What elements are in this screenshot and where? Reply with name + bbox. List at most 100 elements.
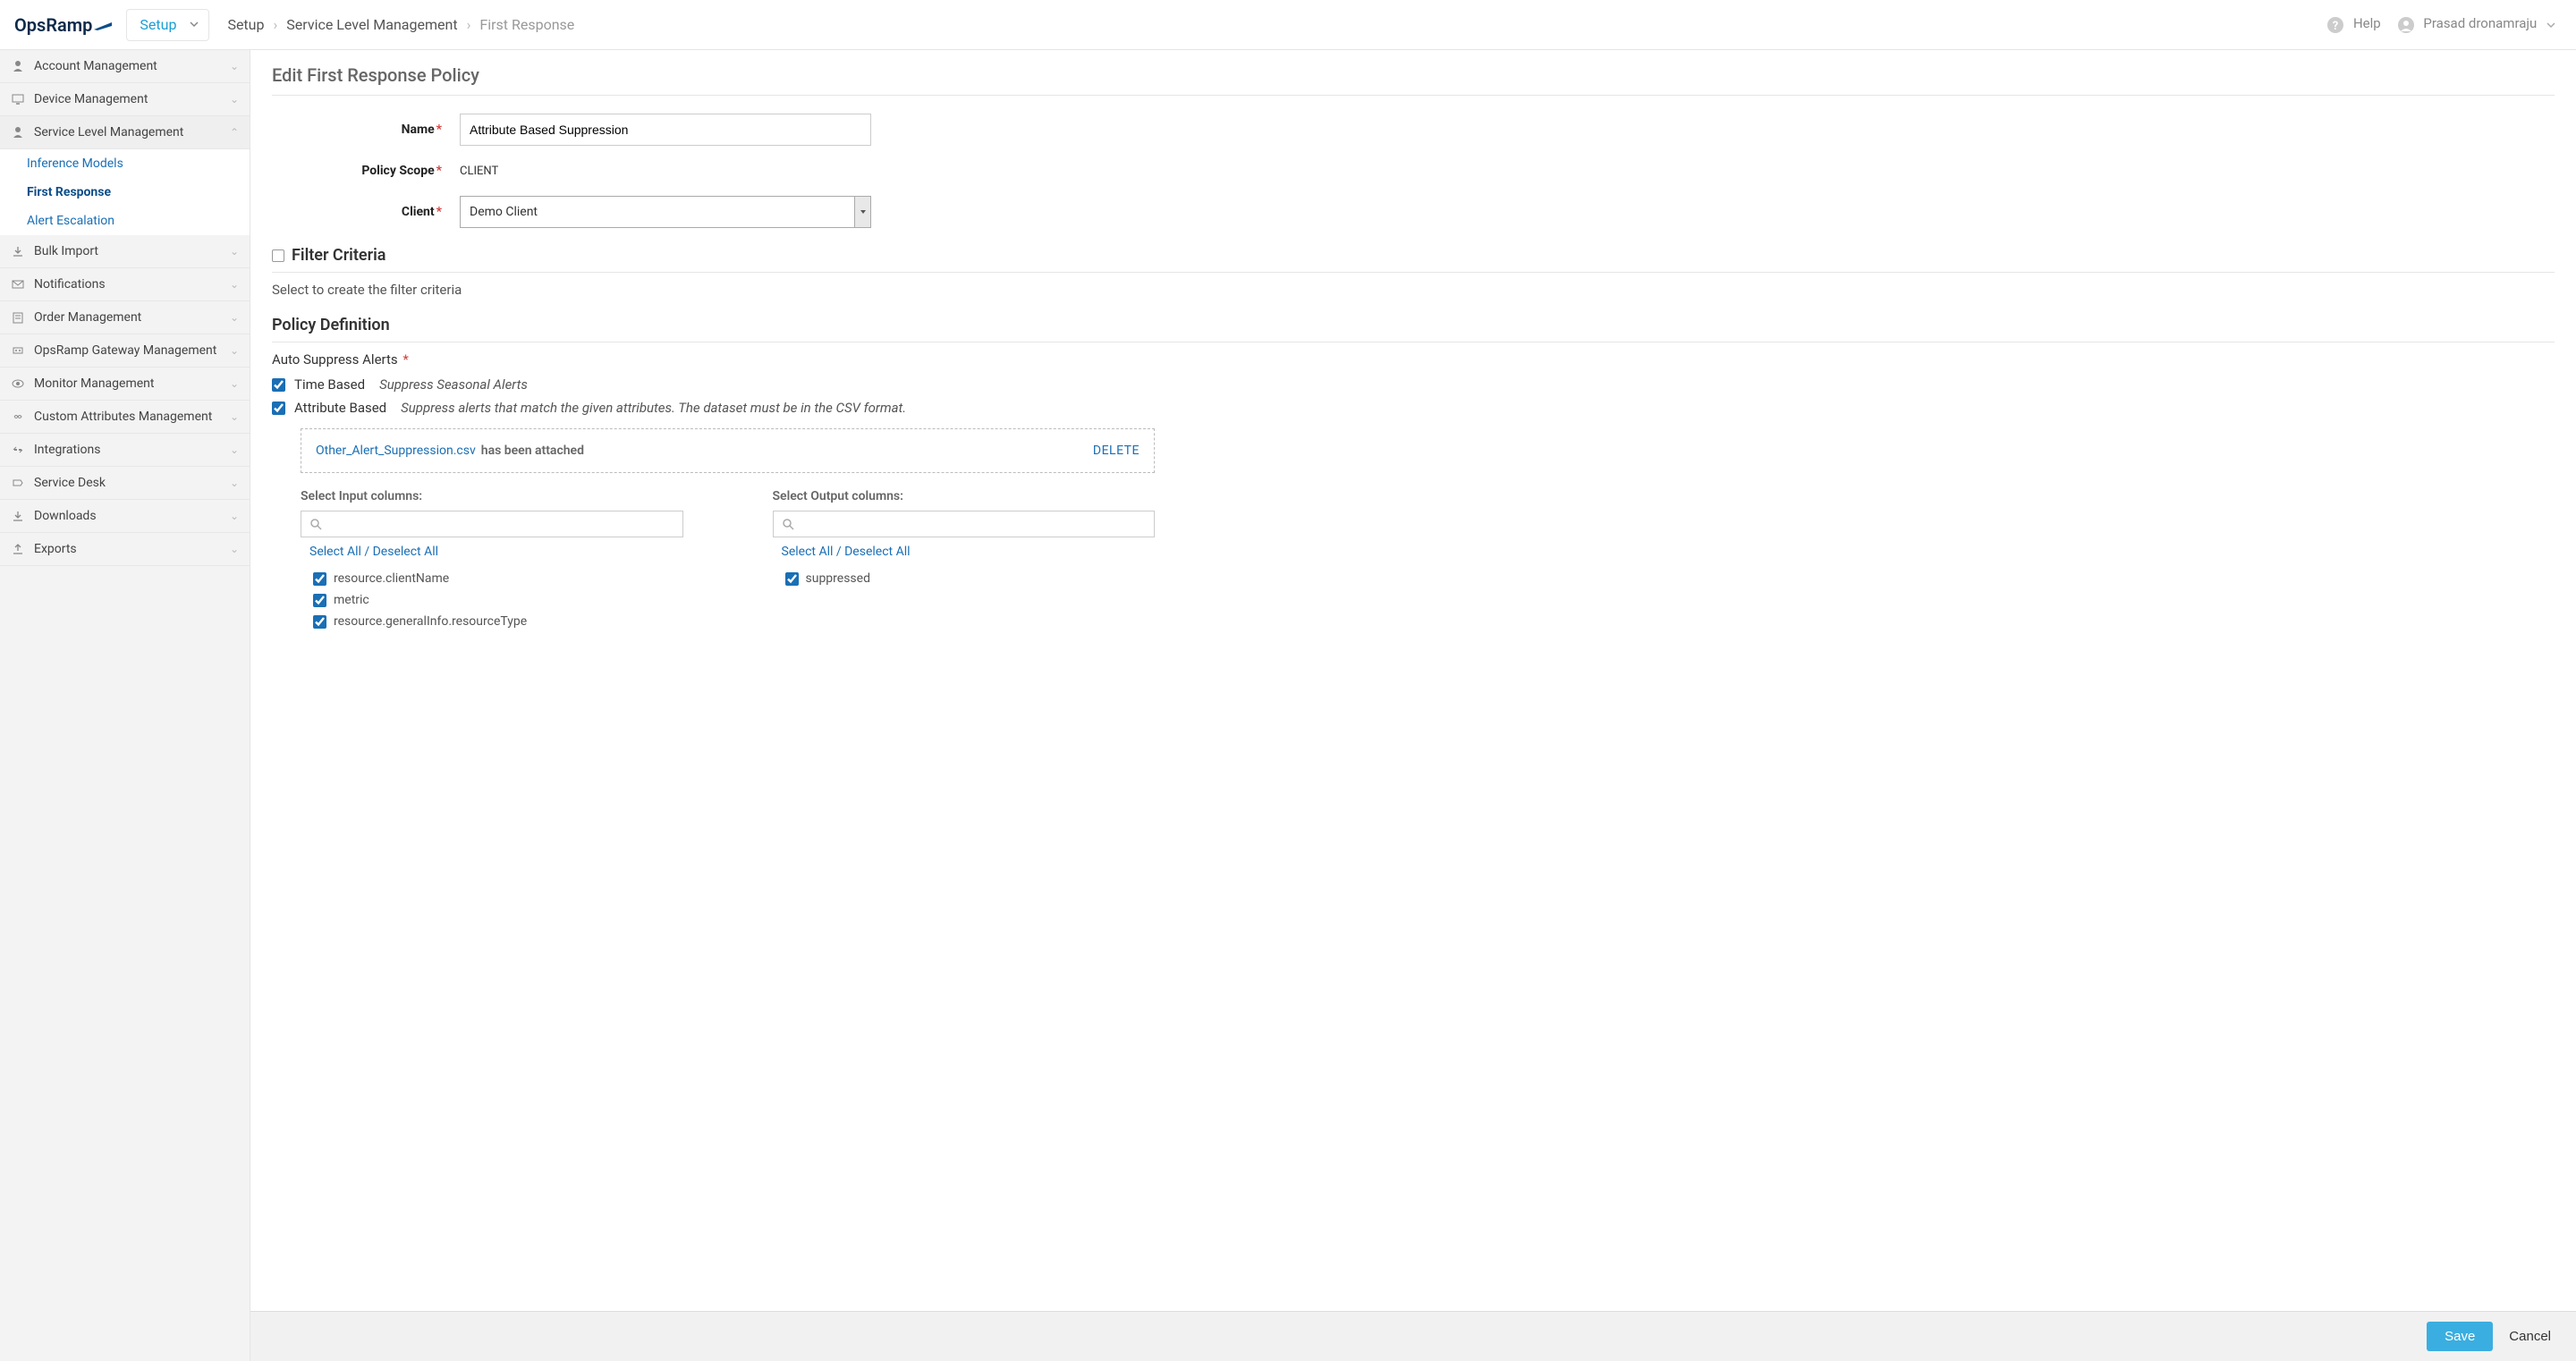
input-select-all[interactable]: Select All / Deselect All (309, 545, 683, 559)
dropdown-arrow-icon (854, 197, 870, 227)
time-based-checkbox[interactable] (272, 378, 285, 392)
breadcrumb-item[interactable]: Setup (227, 16, 264, 33)
ticket-icon (11, 477, 25, 489)
page-title: Edit First Response Policy (272, 64, 2555, 96)
chevron-down-icon: ⌄ (230, 60, 239, 72)
attribute-based-checkbox[interactable] (272, 402, 285, 415)
chevron-down-icon: ⌄ (230, 410, 239, 423)
sidebar-group-service-desk[interactable]: Service Desk ⌄ (0, 467, 250, 500)
eye-icon (11, 377, 25, 390)
scope-value: CLIENT (460, 165, 498, 178)
sidebar-group-order-management[interactable]: Order Management ⌄ (0, 301, 250, 334)
chevron-up-icon: ⌃ (230, 126, 239, 139)
attachment-filename[interactable]: Other_Alert_Suppression.csv (316, 444, 476, 458)
time-based-desc: Suppress Seasonal Alerts (379, 376, 528, 393)
filter-criteria-label: Filter Criteria (292, 246, 386, 265)
input-col-option: metric (301, 589, 683, 611)
form-row-scope: Policy Scope* CLIENT (272, 164, 2555, 178)
chevron-down-icon (2546, 20, 2556, 30)
chevron-down-icon: ⌄ (230, 444, 239, 456)
mail-icon (11, 278, 25, 291)
sidebar-group-exports[interactable]: Exports⌄ (0, 533, 250, 566)
main-content: Edit First Response Policy Name* Policy … (250, 50, 2576, 1361)
attribute-based-row: Attribute Based Suppress alerts that mat… (272, 400, 2555, 416)
user-name: Prasad dronamraju (2423, 15, 2537, 31)
sidebar-group-notifications[interactable]: Notifications⌄ (0, 268, 250, 301)
chevron-down-icon: ⌄ (230, 344, 239, 357)
sidebar-group-label: Service Desk (34, 476, 106, 490)
attachment-status: has been attached (481, 444, 584, 458)
chevron-down-icon: ⌄ (230, 93, 239, 106)
sidebar-group-label: OpsRamp Gateway Management (34, 343, 216, 358)
delete-attachment-button[interactable]: DELETE (1093, 444, 1140, 458)
input-col-checkbox[interactable] (313, 615, 326, 629)
setup-dropdown-label: Setup (140, 16, 176, 33)
chevron-down-icon: ⌄ (230, 543, 239, 555)
name-input[interactable] (460, 114, 871, 146)
breadcrumb-item[interactable]: Service Level Management (286, 16, 457, 33)
sidebar-group-opsramp-gateway-management[interactable]: OpsRamp Gateway Management ⌄ (0, 334, 250, 368)
sidebar-group-label: Device Management (34, 92, 148, 106)
time-based-label: Time Based (294, 376, 365, 393)
sidebar-item-first-response[interactable]: First Response (0, 178, 250, 207)
sidebar-group-label: Monitor Management (34, 376, 154, 391)
output-col-checkbox[interactable] (785, 572, 799, 586)
clipboard-icon (11, 311, 25, 324)
export-icon (11, 543, 25, 555)
input-col-checkbox[interactable] (313, 594, 326, 607)
person-icon (11, 60, 25, 72)
sidebar-group-account-management[interactable]: Account Management⌄ (0, 50, 250, 83)
sidebar-group-bulk-import[interactable]: Bulk Import⌄ (0, 235, 250, 268)
person-icon (11, 126, 25, 139)
time-based-row: Time Based Suppress Seasonal Alerts (272, 376, 2555, 393)
sidebar-group-integrations[interactable]: Integrations⌄ (0, 434, 250, 467)
sidebar-group-label: Service Level Management (34, 125, 183, 139)
chevron-right-icon: › (273, 16, 277, 33)
sidebar-group-label: Order Management (34, 310, 141, 325)
attachment-box: Other_Alert_Suppression.csv has been att… (301, 428, 1155, 473)
download-icon (11, 510, 25, 522)
chevron-right-icon: › (467, 16, 471, 33)
client-label: Client* (272, 205, 460, 219)
breadcrumb: Setup › Service Level Management › First… (227, 16, 574, 33)
sidebar-group-label: Notifications (34, 277, 106, 292)
save-button[interactable]: Save (2427, 1322, 2493, 1351)
logo-swoosh-icon (94, 19, 115, 31)
client-select-value: Demo Client (470, 205, 538, 219)
filter-criteria-help: Select to create the filter criteria (272, 282, 2555, 298)
user-icon (2397, 16, 2415, 34)
sidebar-item-inference-models[interactable]: Inference Models (0, 149, 250, 178)
sidebar: Account Management⌄Device Management⌄Ser… (0, 50, 250, 1361)
chevron-down-icon: ⌄ (230, 245, 239, 258)
input-col-checkbox[interactable] (313, 572, 326, 586)
sidebar-group-monitor-management[interactable]: Monitor Management⌄ (0, 368, 250, 401)
output-columns-search[interactable] (773, 511, 1156, 537)
client-select[interactable]: Demo Client (460, 196, 871, 228)
sidebar-group-custom-attributes-management[interactable]: Custom Attributes Management⌄ (0, 401, 250, 434)
output-select-all[interactable]: Select All / Deselect All (782, 545, 1156, 559)
sidebar-group-service-level-management[interactable]: Service Level Management ⌃ (0, 116, 250, 149)
output-columns-title: Select Output columns: (773, 489, 1156, 503)
cancel-button[interactable]: Cancel (2509, 1329, 2551, 1344)
output-col-option: suppressed (773, 568, 1156, 589)
sidebar-item-alert-escalation[interactable]: Alert Escalation (0, 207, 250, 235)
infinity-icon (11, 410, 25, 423)
input-col-option: resource.generalInfo.resourceType (301, 611, 683, 632)
setup-dropdown[interactable]: Setup (126, 9, 209, 41)
help-icon: ? (2326, 16, 2344, 34)
chevron-down-icon: ⌄ (230, 311, 239, 324)
help-link[interactable]: ? Help (2326, 15, 2380, 33)
input-col-label: metric (334, 593, 369, 607)
input-columns-search[interactable] (301, 511, 683, 537)
help-label: Help (2353, 15, 2381, 31)
chevron-down-icon: ⌄ (230, 510, 239, 522)
policy-definition-heading: Policy Definition (272, 316, 2555, 334)
sidebar-group-downloads[interactable]: Downloads⌄ (0, 500, 250, 533)
search-icon (783, 519, 794, 530)
filter-criteria-checkbox[interactable] (272, 249, 284, 262)
auto-suppress-label: Auto Suppress Alerts * (272, 351, 2555, 368)
user-menu[interactable]: Prasad dronamraju (2397, 15, 2562, 33)
sidebar-group-device-management[interactable]: Device Management ⌄ (0, 83, 250, 116)
filter-criteria-heading: Filter Criteria (272, 246, 2555, 265)
chevron-down-icon: ⌄ (230, 477, 239, 489)
